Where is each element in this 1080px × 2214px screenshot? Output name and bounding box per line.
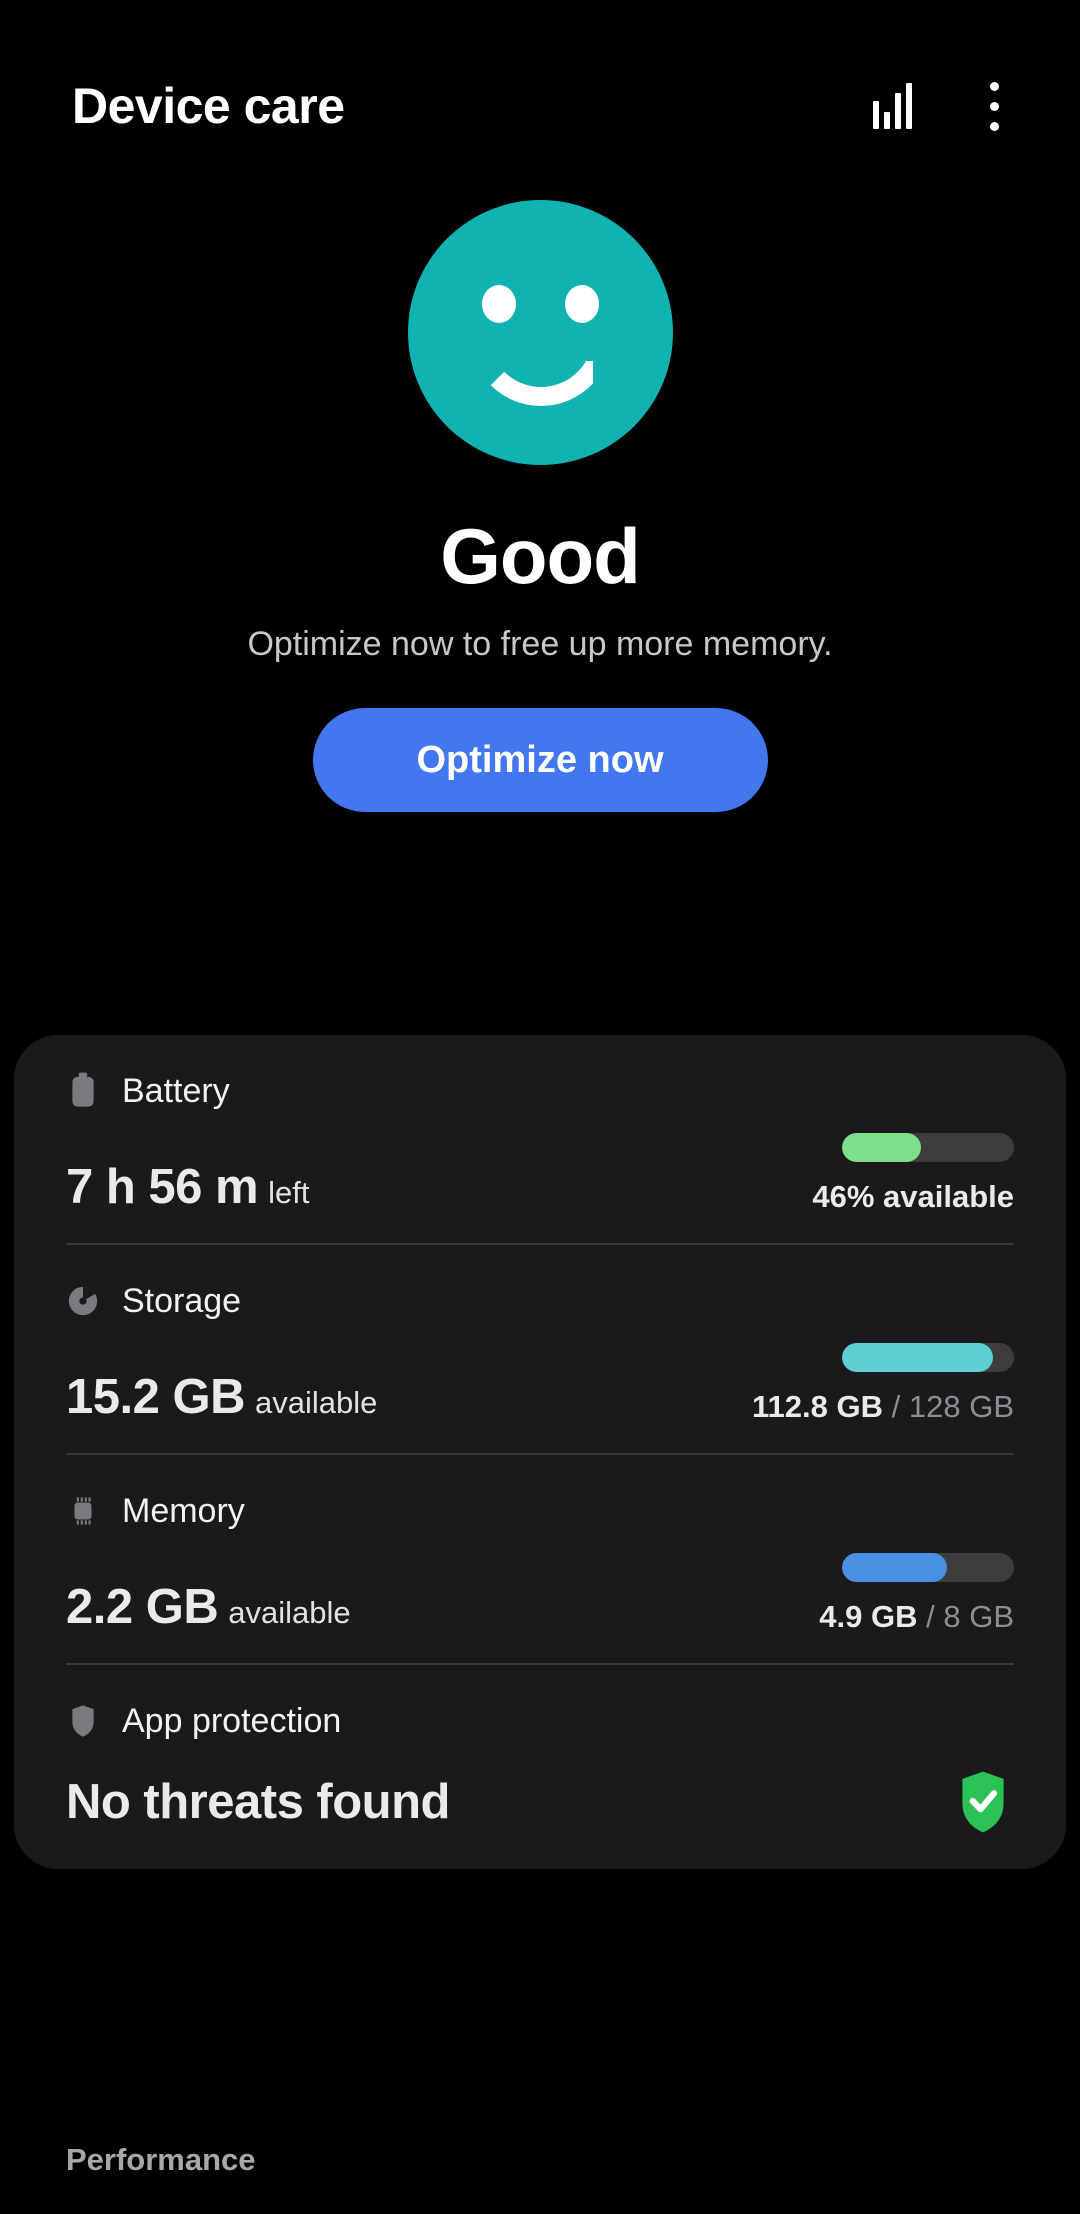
battery-icon bbox=[72, 1072, 94, 1107]
row-body: 2.2 GB available 4.9 GB / 8 GB bbox=[66, 1553, 1014, 1635]
section-title-performance: Performance bbox=[66, 2142, 256, 2177]
row-label-app-protection: App protection bbox=[122, 1701, 342, 1740]
more-vertical-glyph bbox=[989, 81, 999, 131]
status-row-memory[interactable]: Memory 2.2 GB available 4.9 GB / 8 GB bbox=[66, 1453, 1014, 1663]
battery-gauge-fill bbox=[842, 1133, 922, 1162]
smiley-mouth bbox=[469, 328, 612, 406]
row-body: 7 h 56 m left 46% available bbox=[66, 1133, 1014, 1215]
threat-status-text: No threats found bbox=[66, 1775, 450, 1829]
storage-gauge: 112.8 GB / 128 GB bbox=[752, 1343, 1014, 1425]
storage-available-unit: available bbox=[254, 1385, 378, 1420]
storage-metric: 15.2 GB available bbox=[66, 1369, 377, 1425]
shield-icon bbox=[72, 1705, 94, 1737]
row-body: No threats found bbox=[66, 1763, 1014, 1841]
storage-total-text: / 128 GB bbox=[891, 1389, 1014, 1424]
row-body: 15.2 GB available 112.8 GB / 128 GB bbox=[66, 1343, 1014, 1425]
status-row-battery[interactable]: Battery 7 h 56 m left 46% available bbox=[66, 1035, 1014, 1243]
battery-gauge: 46% available bbox=[812, 1133, 1014, 1215]
bar-chart-icon[interactable] bbox=[858, 72, 926, 140]
battery-gauge-track bbox=[842, 1133, 1014, 1162]
shield-check-icon bbox=[962, 1771, 1004, 1833]
battery-percent-text: 46% available bbox=[812, 1179, 1014, 1214]
smiley-eye-left bbox=[481, 285, 516, 323]
storage-available-value: 15.2 GB bbox=[66, 1370, 245, 1424]
device-care-screen: Device care Good Optimize now to free up… bbox=[0, 0, 1080, 2214]
battery-time-remaining: 7 h 56 m bbox=[66, 1160, 259, 1214]
storage-gauge-caption: 112.8 GB / 128 GB bbox=[752, 1389, 1014, 1425]
row-header: App protection bbox=[66, 1697, 1014, 1745]
smiley-face-icon bbox=[407, 200, 673, 465]
app-bar-actions bbox=[858, 60, 1028, 152]
status-card: Battery 7 h 56 m left 46% available Stor… bbox=[14, 1035, 1066, 1869]
app-bar: Device care bbox=[0, 60, 1080, 152]
storage-gauge-track bbox=[842, 1343, 1014, 1372]
device-status-text: Good bbox=[440, 512, 641, 600]
row-label-memory: Memory bbox=[122, 1491, 245, 1530]
storage-used-text: 112.8 GB bbox=[752, 1389, 884, 1424]
page-title: Device care bbox=[72, 78, 345, 134]
smiley-eye-right bbox=[564, 285, 599, 323]
optimize-now-button[interactable]: Optimize now bbox=[312, 708, 768, 812]
memory-metric: 2.2 GB available bbox=[66, 1579, 351, 1635]
memory-available-value: 2.2 GB bbox=[66, 1580, 219, 1634]
memory-available-unit: available bbox=[228, 1595, 351, 1630]
memory-total-text: / 8 GB bbox=[926, 1599, 1014, 1634]
row-label-storage: Storage bbox=[122, 1281, 242, 1320]
battery-gauge-caption: 46% available bbox=[812, 1179, 1014, 1215]
storage-gauge-fill bbox=[842, 1343, 994, 1372]
status-row-storage[interactable]: Storage 15.2 GB available 112.8 GB / 128… bbox=[66, 1243, 1014, 1453]
row-header: Battery bbox=[66, 1067, 1014, 1115]
bar-chart-glyph bbox=[872, 83, 912, 129]
row-label-battery: Battery bbox=[122, 1071, 230, 1110]
hero-section: Good Optimize now to free up more memory… bbox=[0, 200, 1080, 812]
battery-metric: 7 h 56 m left bbox=[66, 1159, 309, 1215]
memory-gauge-caption: 4.9 GB / 8 GB bbox=[819, 1599, 1014, 1635]
row-header: Storage bbox=[66, 1277, 1014, 1325]
memory-gauge-fill bbox=[842, 1553, 947, 1582]
battery-time-unit: left bbox=[268, 1175, 310, 1210]
memory-gauge: 4.9 GB / 8 GB bbox=[819, 1553, 1014, 1635]
memory-used-text: 4.9 GB bbox=[819, 1599, 918, 1634]
row-header: Memory bbox=[66, 1487, 1014, 1535]
memory-chip-icon bbox=[74, 1497, 92, 1525]
storage-pie-icon bbox=[68, 1286, 98, 1316]
optimize-button-wrap: Optimize now bbox=[0, 708, 1080, 812]
memory-gauge-track bbox=[842, 1553, 1014, 1582]
status-row-app-protection[interactable]: App protection No threats found bbox=[66, 1663, 1014, 1869]
device-status-subtitle: Optimize now to free up more memory. bbox=[247, 625, 833, 663]
more-vertical-icon[interactable] bbox=[960, 72, 1028, 140]
